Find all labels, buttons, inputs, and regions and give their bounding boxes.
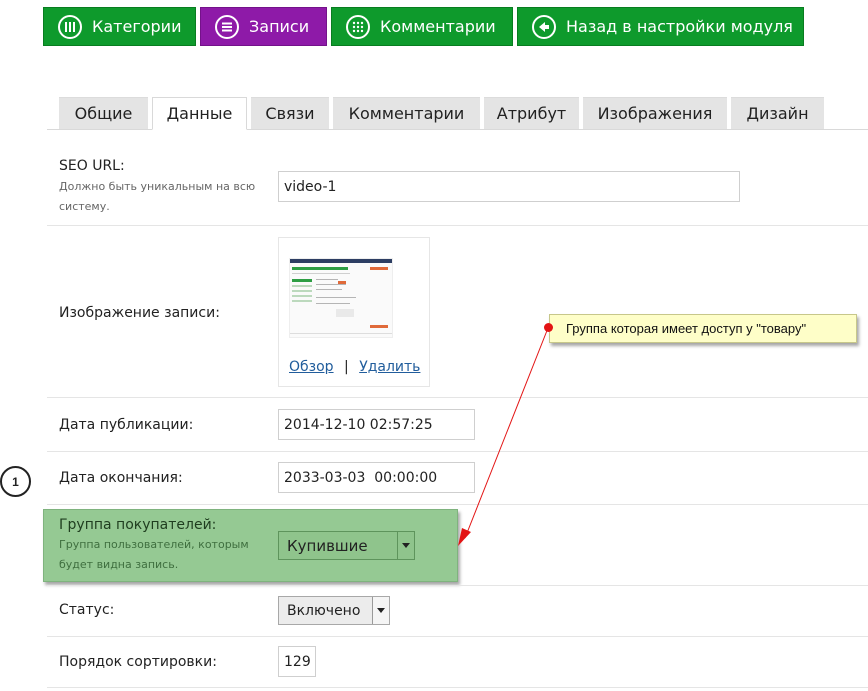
annotation-arrow (458, 327, 549, 546)
step-number-badge: 1 (0, 466, 31, 497)
annotation-tooltip: Группа которая имеет доступ у "товару" (549, 314, 857, 343)
annotation-marker-dot (544, 323, 553, 332)
page: Категории Записи Комментарии Назад в нас… (0, 0, 868, 691)
